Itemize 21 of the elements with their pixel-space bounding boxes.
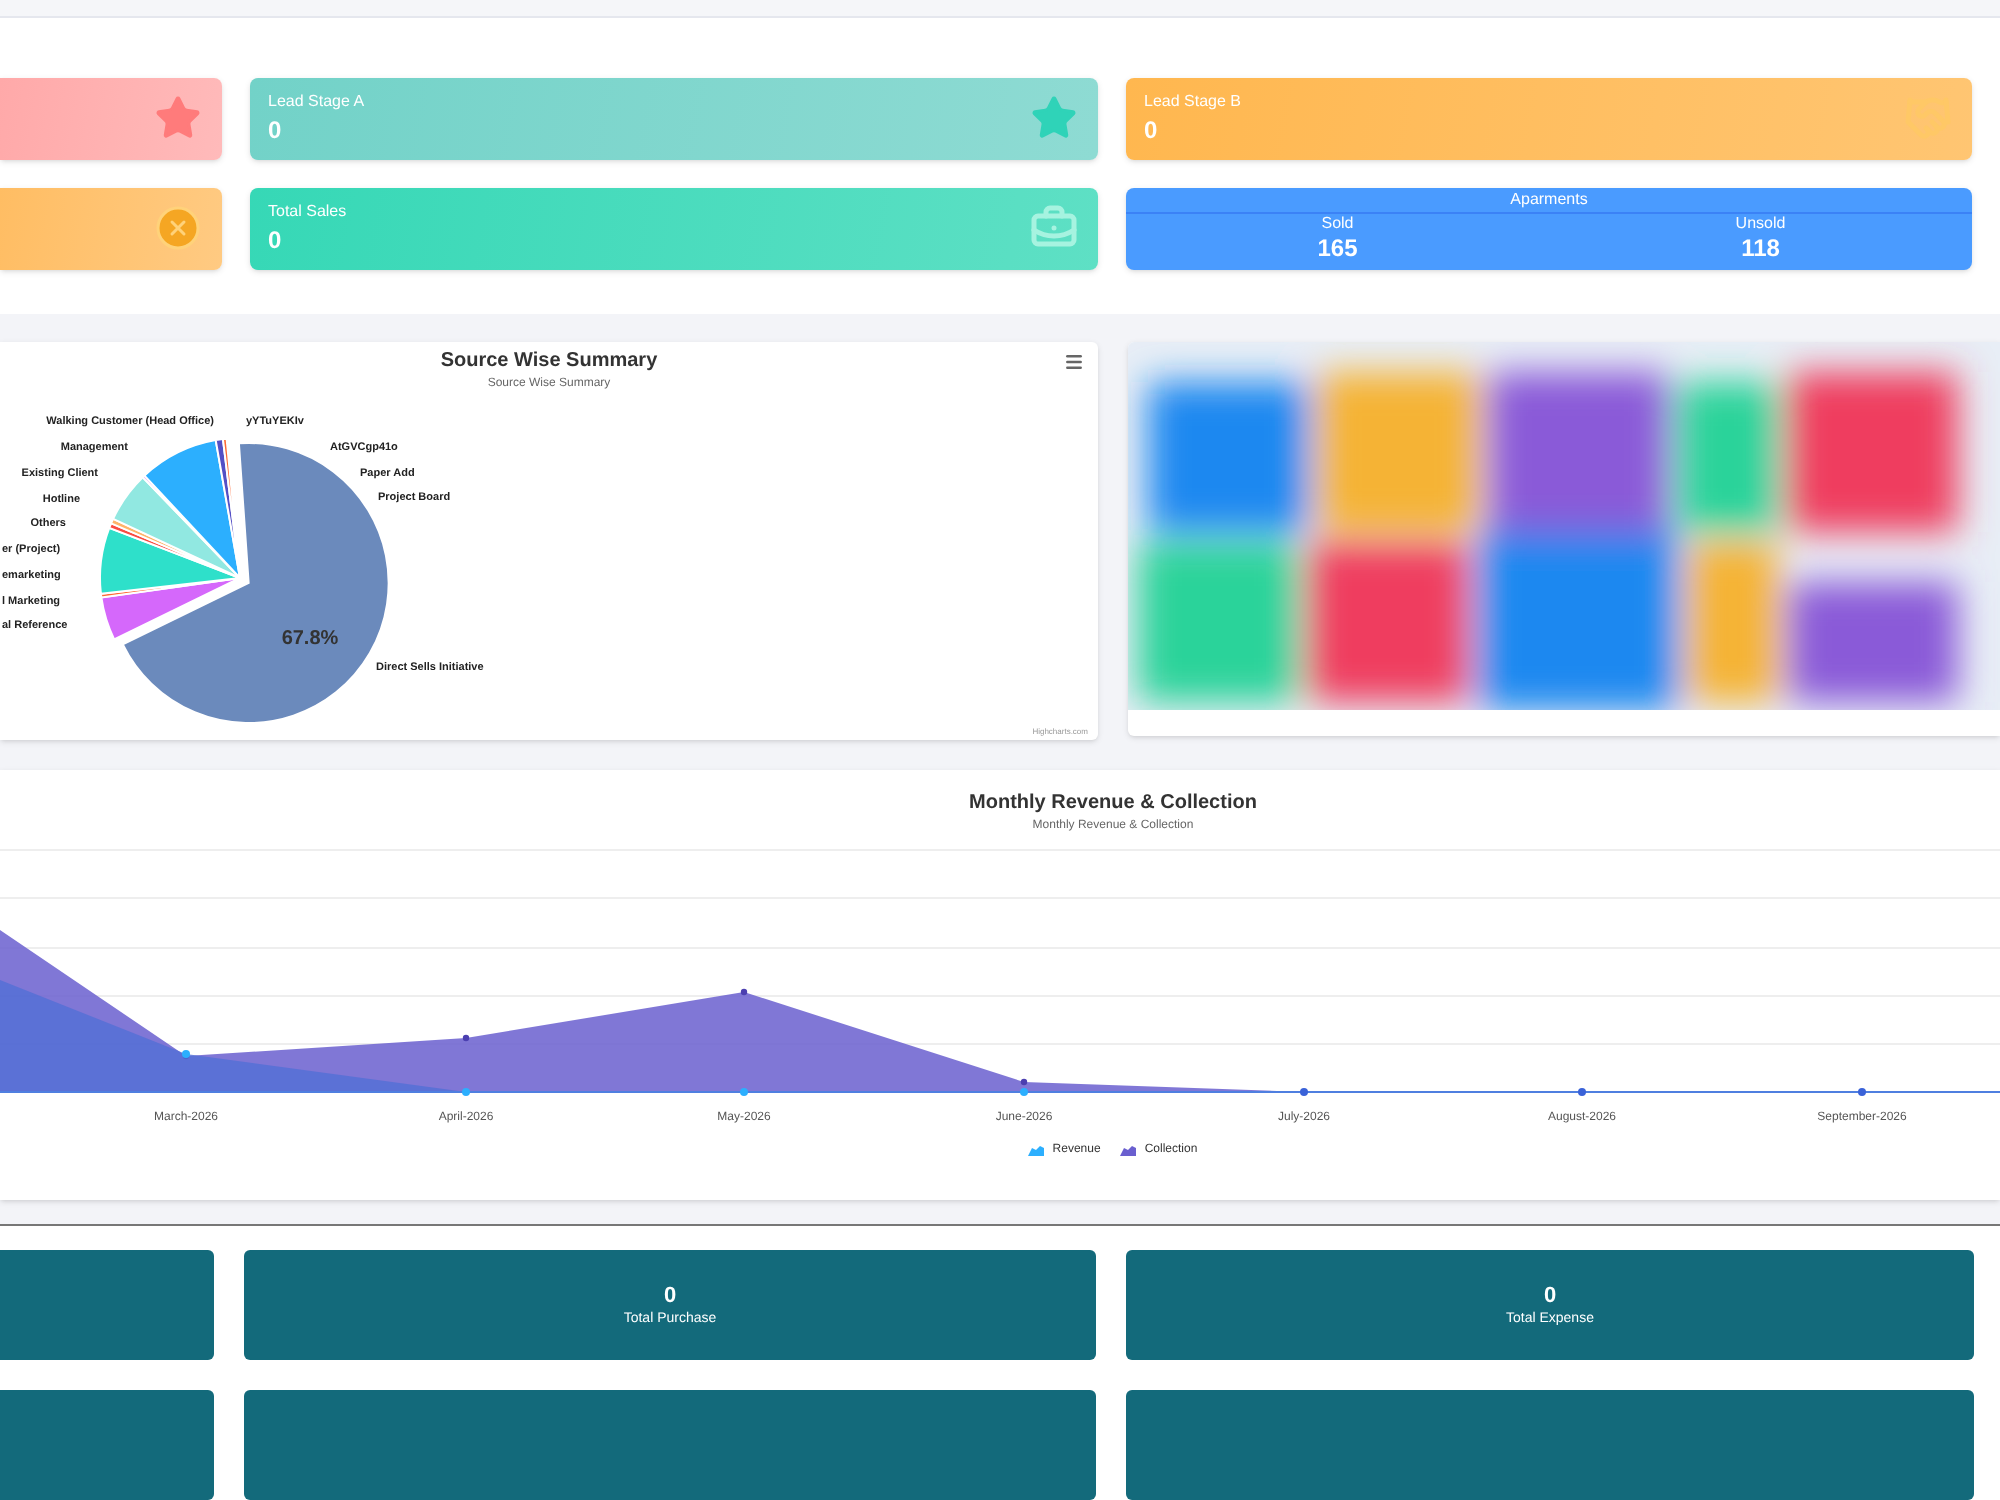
- stat-label: Lead Stage A: [268, 90, 365, 115]
- stat-value: 0: [1144, 114, 1160, 147]
- star-icon: [1030, 94, 1078, 143]
- stat-value: 118: [1741, 233, 1780, 262]
- stat-label: Sold: [1321, 213, 1354, 234]
- slice-value-label: 67.8%: [281, 627, 339, 650]
- stat-value: 0: [268, 224, 284, 257]
- stat-label: Unsold: [1735, 213, 1786, 234]
- summary-value: 0: [1543, 1281, 1557, 1309]
- stat-label: Total Sales: [268, 200, 347, 225]
- card-title: Aparments: [1126, 187, 1972, 214]
- stat-value: 165: [1317, 233, 1358, 262]
- chart-title: Source Wise Summary: [440, 347, 658, 376]
- stat-label: Lead Stage B: [1144, 90, 1241, 115]
- x-circle-icon: [154, 204, 202, 253]
- briefcase-icon: [1030, 204, 1078, 253]
- star-icon: [154, 94, 202, 143]
- chart-title: Monthly Revenue & Collection: [969, 789, 1257, 818]
- menu-icon[interactable]: [1064, 351, 1084, 372]
- summary-value: 0: [663, 1281, 677, 1309]
- stat-value: 0: [268, 114, 284, 147]
